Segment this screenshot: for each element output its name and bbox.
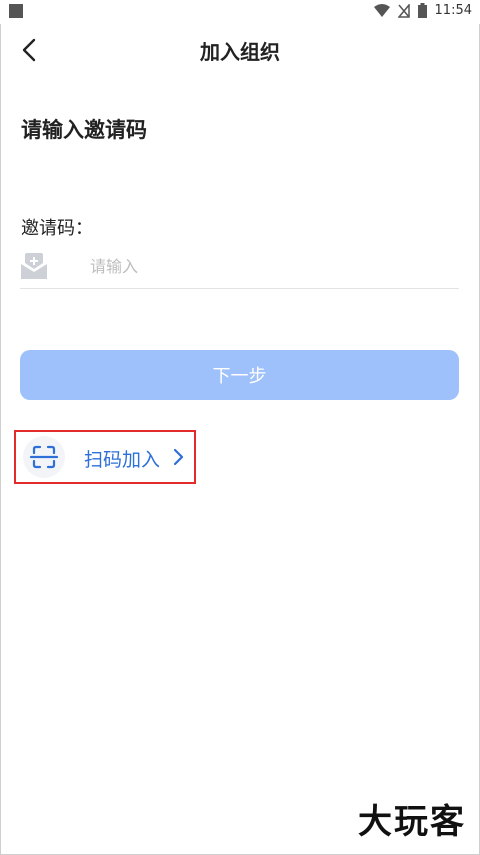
- invite-code-row: [20, 246, 459, 289]
- scan-icon-circle: [23, 436, 65, 478]
- invite-code-label: 邀请码：: [21, 218, 93, 239]
- scan-join-button[interactable]: 扫码加入: [14, 430, 196, 484]
- mail-plus-icon: [21, 253, 47, 279]
- status-icons: 11:54: [373, 3, 472, 18]
- status-time: 11:54: [434, 3, 472, 18]
- chevron-right-icon: [173, 448, 184, 466]
- form-heading: 请输入邀请码: [21, 118, 147, 142]
- scan-join-label: 扫码加入: [84, 449, 161, 471]
- signal-icon: [397, 3, 410, 18]
- notification-icon: [9, 4, 23, 18]
- nav-bar: 加入组织: [0, 24, 480, 76]
- scan-qr-icon: [29, 445, 59, 469]
- status-bar: 11:54: [0, 0, 480, 24]
- battery-icon: [417, 3, 427, 18]
- next-button[interactable]: 下一步: [20, 350, 459, 400]
- next-button-label: 下一步: [212, 366, 267, 387]
- watermark-logo: 大玩客: [358, 802, 466, 842]
- page-title: 加入组织: [200, 40, 280, 64]
- invite-code-input[interactable]: [90, 252, 450, 280]
- wifi-icon: [373, 3, 390, 17]
